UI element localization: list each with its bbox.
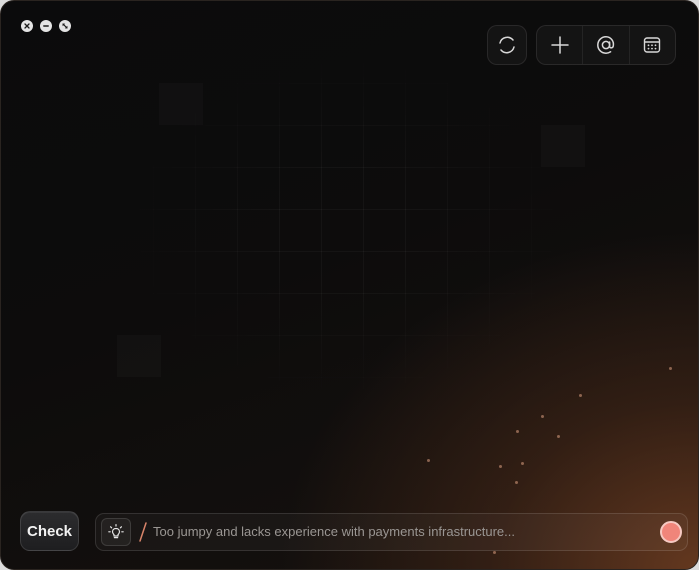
- prompt-input[interactable]: Too jumpy and lacks experience with paym…: [153, 514, 515, 550]
- app-window: Check Too jumpy and lacks experience wit…: [0, 0, 699, 570]
- refresh-icon: [499, 36, 515, 54]
- plus-icon: [550, 36, 569, 54]
- sparkle-dot: [493, 551, 496, 554]
- sparkle-dot: [557, 435, 560, 438]
- minimize-button[interactable]: [40, 20, 52, 32]
- background-tile: [159, 83, 203, 125]
- background-tile: [541, 125, 585, 167]
- at-sign-icon: [597, 36, 615, 54]
- check-button[interactable]: Check: [20, 511, 79, 551]
- prompt-input-bar[interactable]: Too jumpy and lacks experience with paym…: [95, 513, 688, 551]
- slash-divider: [139, 522, 147, 542]
- close-icon: [24, 23, 30, 29]
- add-button[interactable]: [537, 26, 582, 64]
- sparkle-dot: [515, 481, 518, 484]
- sparkle-dot: [541, 415, 544, 418]
- fullscreen-icon: [62, 23, 68, 29]
- lightbulb-icon: [108, 524, 124, 539]
- record-button[interactable]: [660, 521, 682, 543]
- sparkle-dot: [499, 465, 502, 468]
- sparkle-dot: [521, 462, 524, 465]
- background-tile: [117, 335, 161, 377]
- sparkle-dot: [516, 430, 519, 433]
- toolbar-group: [536, 25, 676, 65]
- sparkle-dot: [579, 394, 582, 397]
- fullscreen-button[interactable]: [59, 20, 71, 32]
- calendar-button[interactable]: [628, 26, 675, 64]
- mention-button[interactable]: [582, 26, 628, 64]
- close-button[interactable]: [21, 20, 33, 32]
- sparkle-dot: [427, 459, 430, 462]
- hint-button[interactable]: [101, 518, 131, 546]
- window-controls: [21, 20, 71, 32]
- sparkle-dot: [669, 367, 672, 370]
- refresh-button[interactable]: [487, 25, 527, 65]
- minimize-icon: [43, 25, 49, 27]
- calendar-icon: [644, 37, 661, 53]
